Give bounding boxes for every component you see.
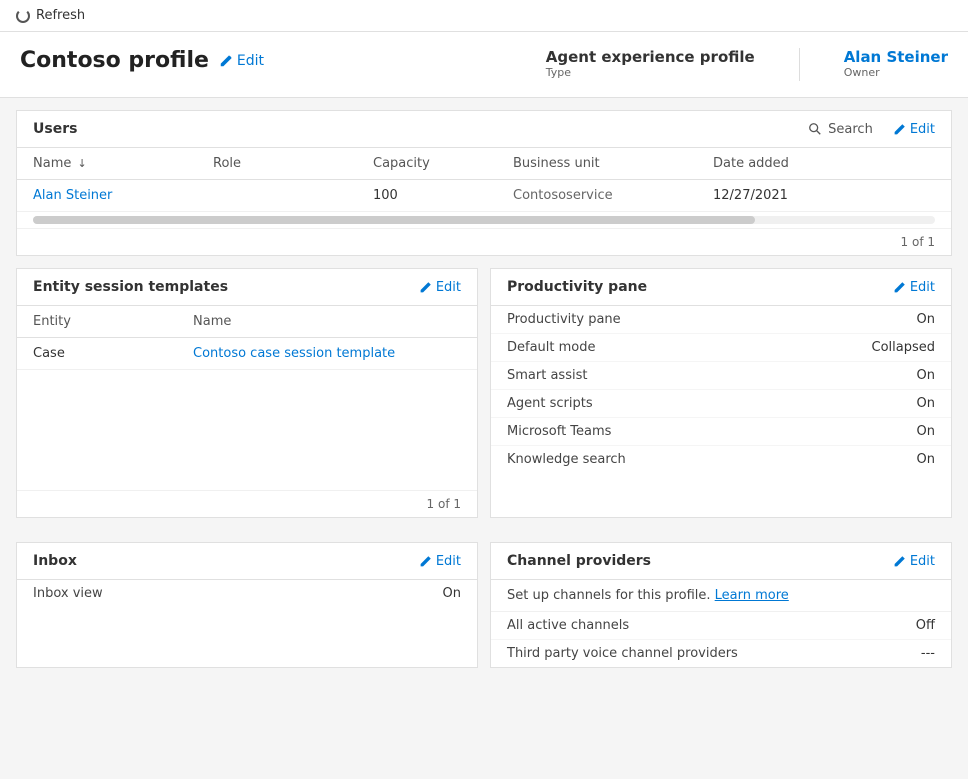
col-date-added: Date added [713,156,873,171]
user-business-unit: Contososervice [513,188,713,203]
users-table-header: Name ↓ Role Capacity Business unit Date … [17,148,951,180]
channel-description: Set up channels for this profile. Learn … [491,580,951,612]
col-name: Name ↓ [33,156,213,171]
productivity-pane-header: Productivity pane Edit [491,269,951,306]
inbox-header: Inbox Edit [17,543,477,580]
main-content: Users Search Edit Name [0,98,968,765]
entity-spacer [17,370,477,490]
entity-table-row: Case Contoso case session template [17,338,477,370]
edit-icon [219,54,233,68]
col-role: Role [213,156,373,171]
entity-session-header: Entity session templates Edit [17,269,477,306]
bottom-two-col-grid: Inbox Edit Inbox view On Channel provide… [16,542,952,680]
inbox-edit-button[interactable]: Edit [419,554,461,569]
profile-title: Contoso profile Edit [20,48,264,73]
entity-pagination: 1 of 1 [17,490,477,517]
users-section-header: Users Search Edit [17,111,951,148]
entity-table-header: Entity Name [17,306,477,338]
entity-session-section: Entity session templates Edit Entity Nam… [16,268,478,518]
inbox-title: Inbox [33,553,77,569]
entity-edit-icon [419,281,432,294]
user-name-link[interactable]: Alan Steiner [33,188,213,203]
refresh-label[interactable]: Refresh [36,8,85,23]
top-bar: Refresh [0,0,968,32]
entity-col-entity: Entity [33,314,193,329]
users-section: Users Search Edit Name [16,110,952,256]
channel-providers-title: Channel providers [507,553,651,569]
users-pagination: 1 of 1 [17,228,951,255]
channel-edit-icon [893,555,906,568]
entity-type: Case [33,346,193,361]
user-capacity: 100 [373,188,513,203]
table-row: Alan Steiner 100 Contososervice 12/27/20… [17,180,951,212]
users-table: Name ↓ Role Capacity Business unit Date … [17,148,951,212]
entity-session-edit-button[interactable]: Edit [419,280,461,295]
kv-row-inbox-view: Inbox view On [17,580,477,607]
inbox-edit-icon [419,555,432,568]
sort-arrow: ↓ [78,157,87,170]
header-type: Agent experience profile Type [546,48,755,81]
users-actions: Search Edit [808,122,935,137]
entity-session-title: Entity session templates [33,279,228,295]
channel-providers-edit-button[interactable]: Edit [893,554,935,569]
users-edit-icon [893,123,906,136]
users-section-title: Users [33,121,77,137]
kv-row-productivity-pane: Productivity pane On [491,306,951,334]
kv-row-default-mode: Default mode Collapsed [491,334,951,362]
productivity-pane-edit-button[interactable]: Edit [893,280,935,295]
users-edit-button[interactable]: Edit [893,122,935,137]
channel-providers-header: Channel providers Edit [491,543,951,580]
search-icon [808,122,822,136]
kv-row-microsoft-teams: Microsoft Teams On [491,418,951,446]
productivity-pane-title: Productivity pane [507,279,647,295]
kv-row-knowledge-search: Knowledge search On [491,446,951,473]
entity-template-link[interactable]: Contoso case session template [193,346,461,361]
inbox-section: Inbox Edit Inbox view On [16,542,478,668]
scroll-bar[interactable] [33,216,935,224]
entity-table: Entity Name Case Contoso case session te… [17,306,477,370]
channel-providers-section: Channel providers Edit Set up channels f… [490,542,952,668]
entity-col-name: Name [193,314,461,329]
learn-more-link[interactable]: Learn more [715,588,789,603]
productivity-pane-section: Productivity pane Edit Productivity pane… [490,268,952,518]
user-date-added: 12/27/2021 [713,188,873,203]
kv-row-smart-assist: Smart assist On [491,362,951,390]
profile-name: Contoso profile [20,48,209,73]
productivity-pane-rows: Productivity pane On Default mode Collap… [491,306,951,473]
kv-row-agent-scripts: Agent scripts On [491,390,951,418]
col-capacity: Capacity [373,156,513,171]
header-section: Contoso profile Edit Agent experience pr… [0,32,968,98]
kv-row-third-party-voice: Third party voice channel providers --- [491,640,951,667]
scroll-thumb [33,216,755,224]
header-owner: Alan Steiner Owner [844,48,948,81]
search-label: Search [828,122,873,137]
refresh-icon [16,9,30,23]
header-right: Agent experience profile Type Alan Stein… [546,48,948,81]
col-business-unit: Business unit [513,156,713,171]
kv-row-all-active-channels: All active channels Off [491,612,951,640]
productivity-edit-icon [893,281,906,294]
profile-edit-button[interactable]: Edit [219,53,264,69]
two-col-grid: Entity session templates Edit Entity Nam… [16,268,952,530]
search-box[interactable]: Search [808,122,873,137]
